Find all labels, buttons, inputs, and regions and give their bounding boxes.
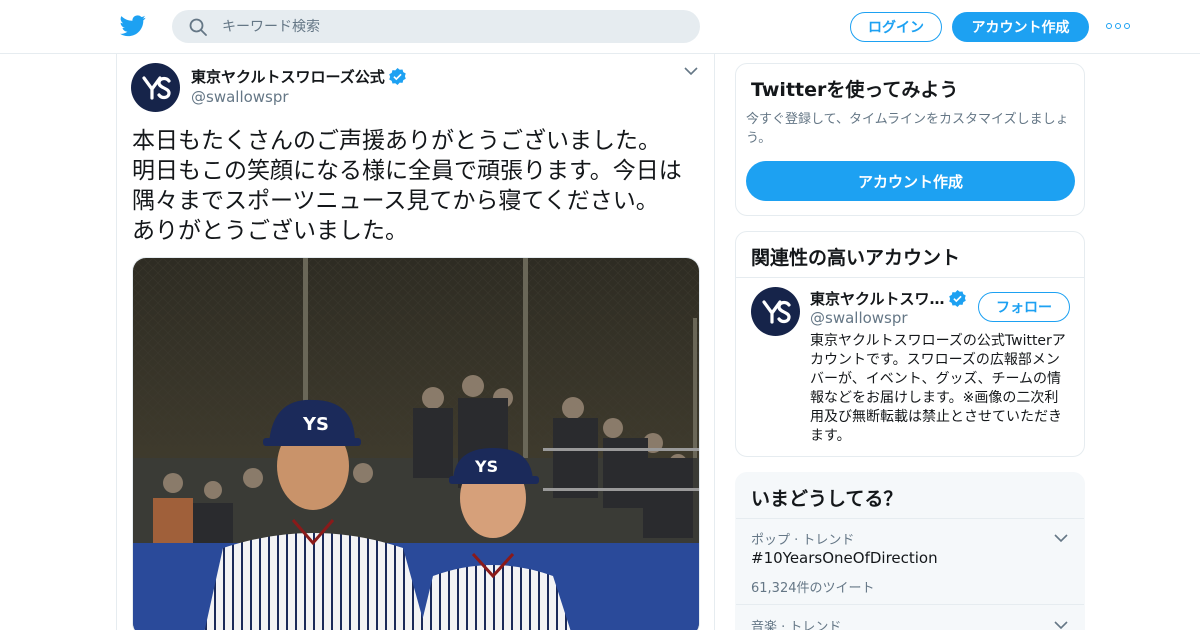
signup-card-button[interactable]: アカウント作成 (746, 161, 1075, 201)
chevron-down-icon[interactable] (684, 66, 698, 76)
trend-meta: 音楽 · トレンド (751, 620, 842, 630)
top-bar: ログイン アカウント作成 (0, 0, 1200, 54)
login-button[interactable]: ログイン (850, 12, 942, 42)
search-icon (189, 18, 207, 36)
search-bar[interactable] (172, 10, 700, 43)
related-accounts-card: 関連性の高いアカウント 東京ヤクルトスワ… @swallowspr フォロー 東… (735, 231, 1085, 457)
chevron-down-icon[interactable] (1054, 620, 1068, 630)
author-name-text[interactable]: 東京ヤクルトスワローズ公式 (191, 66, 385, 87)
trend-meta: ポップ · トレンド (751, 533, 855, 548)
verified-badge-icon (389, 68, 406, 85)
signup-card: Twitterを使ってみよう 今すぐ登録して、タイムラインをカスタマイズしましょ… (735, 63, 1085, 216)
author-name[interactable]: 東京ヤクルトスワローズ公式 (191, 66, 406, 87)
trends-card: いまどうしてる？ ポップ · トレンド #10YearsOneOfDirecti… (735, 472, 1085, 630)
author-handle[interactable]: @swallowspr (191, 88, 289, 106)
follow-button[interactable]: フォロー (978, 292, 1070, 322)
related-accounts-title: 関連性の高いアカウント (751, 247, 961, 269)
svg-text:YS: YS (474, 457, 498, 476)
trend-count: 61,324件のツイート (751, 581, 875, 596)
signup-card-title: Twitterを使ってみよう (751, 79, 959, 101)
tweet-text: 本日もたくさんのご声援ありがとうございました。 明日もこの笑顔になる様に全員で頑… (132, 128, 682, 244)
chevron-down-icon[interactable] (1054, 533, 1068, 543)
photo-two-baseball-players: YS YS (133, 258, 699, 630)
verified-badge-icon (948, 290, 966, 307)
tweet-card: 東京ヤクルトスワローズ公式 @swallowspr 本日もたくさんのご声援ありが… (116, 54, 715, 630)
related-account-bio: 東京ヤクルトスワローズの公式Twitterアカウントです。スワローズの広報部メン… (810, 333, 1066, 444)
avatar[interactable] (131, 63, 180, 112)
related-account-handle[interactable]: @swallowspr (810, 309, 908, 327)
divider (736, 277, 1084, 278)
related-account-name[interactable]: 東京ヤクルトスワ… (810, 288, 966, 309)
trends-title: いまどうしてる？ (751, 488, 903, 510)
search-input[interactable] (222, 10, 682, 43)
twitter-bird-icon[interactable] (120, 14, 146, 38)
divider (736, 518, 1084, 519)
related-account-name-text[interactable]: 東京ヤクルトスワ… (810, 288, 945, 309)
swallows-logo-icon (141, 75, 171, 100)
tweet-photo[interactable]: YS YS (132, 257, 700, 630)
related-account-avatar[interactable] (751, 287, 800, 336)
signup-button[interactable]: アカウント作成 (952, 12, 1089, 42)
swallows-logo-icon (761, 299, 791, 324)
signup-card-subtitle: 今すぐ登録して、タイムラインをカスタマイズしましょう。 (746, 112, 1069, 146)
more-dots-icon[interactable] (1106, 20, 1130, 32)
trend-name[interactable]: #10YearsOneOfDirection (751, 549, 938, 567)
svg-text:YS: YS (302, 414, 329, 435)
divider (736, 604, 1084, 605)
